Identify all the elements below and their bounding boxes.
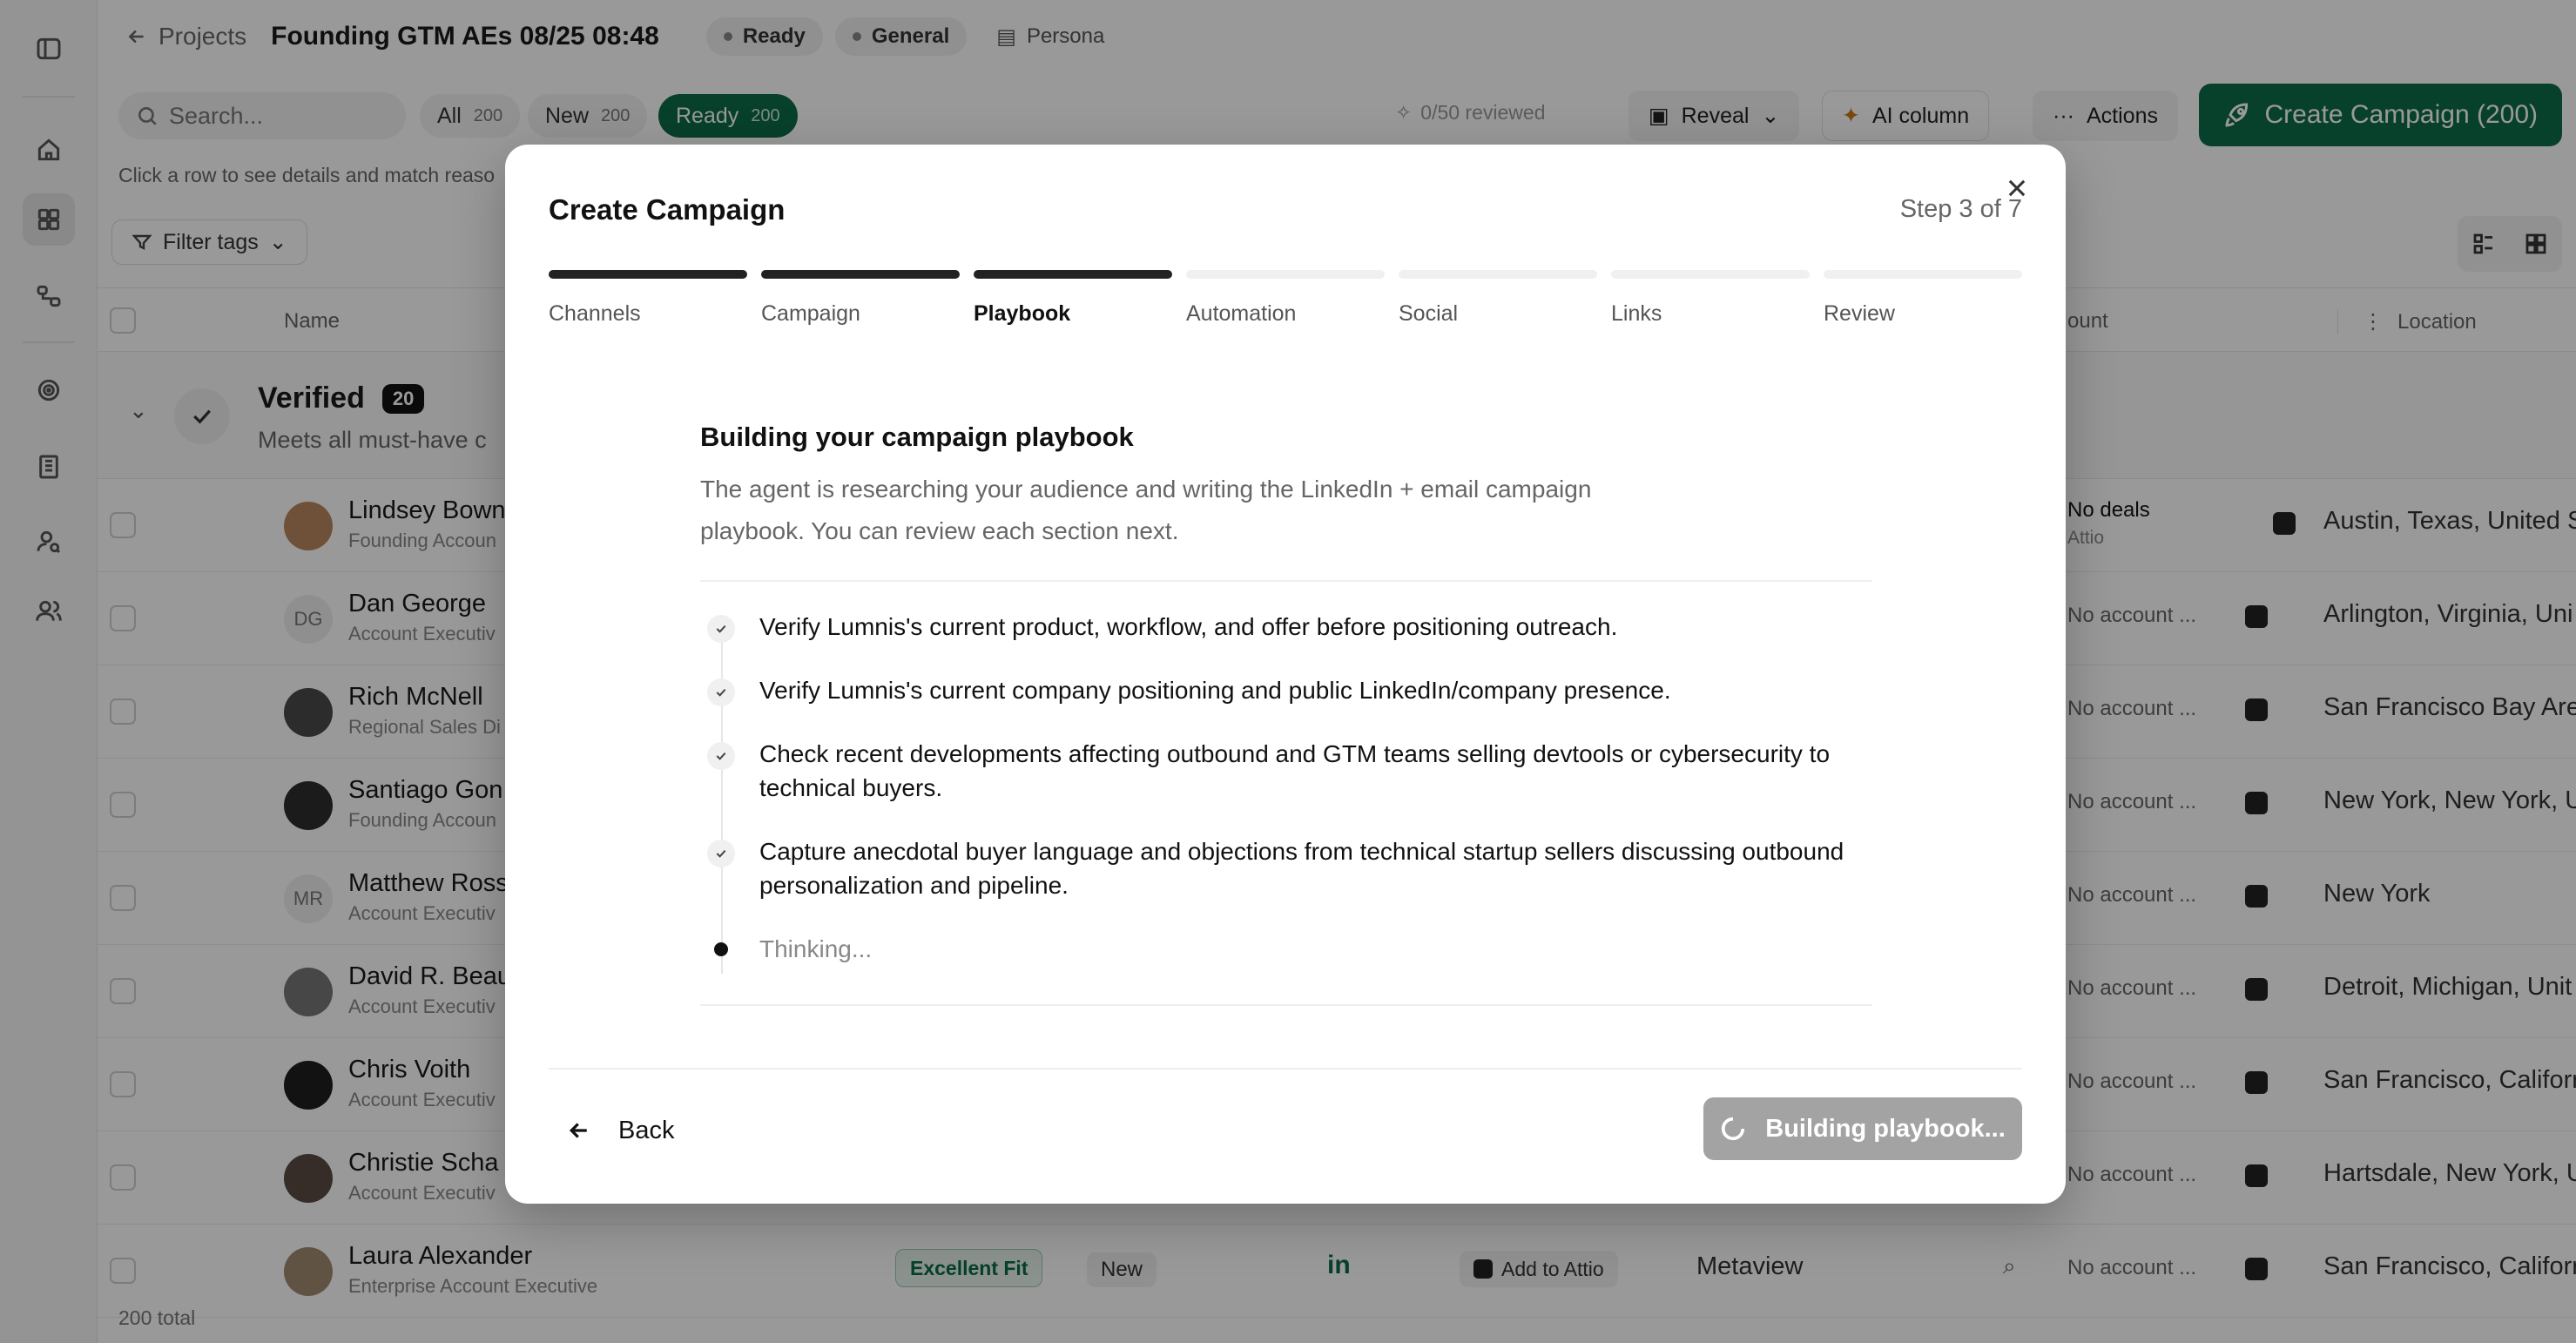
step-channels[interactable]: Channels — [549, 270, 747, 327]
check-icon — [707, 742, 735, 770]
step-review[interactable]: Review — [1824, 270, 2022, 327]
progress-dot-icon — [707, 935, 735, 963]
task-text: Verify Lumnis's current company position… — [759, 677, 1671, 704]
step-links[interactable]: Links — [1611, 270, 1810, 327]
back-button[interactable]: Back — [566, 1106, 674, 1155]
check-icon — [707, 840, 735, 867]
task-item: Verify Lumnis's current company position… — [700, 673, 1872, 707]
create-campaign-modal: Create Campaign Step 3 of 7 Channels Cam… — [505, 145, 2066, 1204]
task-item: Check recent developments affecting outb… — [700, 737, 1872, 805]
task-list: Verify Lumnis's current product, workflo… — [700, 582, 1872, 1004]
task-text: Verify Lumnis's current product, workflo… — [759, 613, 1618, 640]
building-label: Building playbook... — [1765, 1114, 2006, 1143]
check-icon — [707, 678, 735, 706]
task-item: Verify Lumnis's current product, workflo… — [700, 610, 1872, 644]
task-text: Capture anecdotal buyer language and obj… — [759, 838, 1844, 899]
close-icon — [2008, 179, 2026, 197]
task-item-thinking: Thinking... — [700, 932, 1872, 966]
playbook-description: The agent is researching your audience a… — [700, 476, 1592, 544]
thinking-text: Thinking... — [759, 935, 873, 962]
task-item: Capture anecdotal buyer language and obj… — [700, 834, 1872, 902]
step-automation[interactable]: Automation — [1186, 270, 1385, 327]
modal-title: Create Campaign — [549, 193, 786, 226]
close-button[interactable] — [1999, 171, 2034, 206]
playbook-heading: Building your campaign playbook — [700, 422, 1134, 452]
divider — [700, 1004, 1872, 1006]
step-playbook[interactable]: Playbook — [974, 270, 1172, 327]
building-playbook-button[interactable]: Building playbook... — [1703, 1097, 2022, 1160]
arrow-left-icon — [569, 1123, 587, 1138]
step-social[interactable]: Social — [1399, 270, 1597, 327]
playbook-content: Building your campaign playbook The agen… — [700, 422, 1872, 1006]
footer-divider — [549, 1068, 2022, 1070]
task-text: Check recent developments affecting outb… — [759, 740, 1831, 801]
step-campaign[interactable]: Campaign — [761, 270, 960, 327]
back-label: Back — [618, 1116, 675, 1144]
check-icon — [707, 615, 735, 643]
stepper: Channels Campaign Playbook Automation So… — [549, 270, 2022, 340]
spinner-icon — [1722, 1117, 1745, 1141]
